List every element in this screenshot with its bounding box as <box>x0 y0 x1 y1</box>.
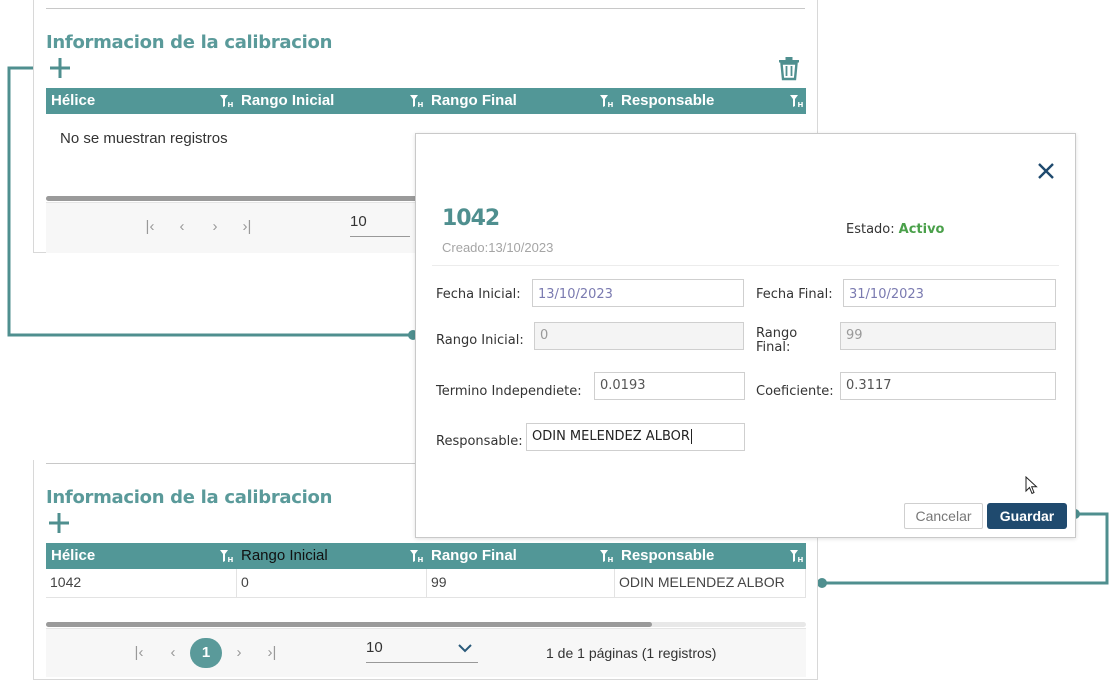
first-page-icon[interactable]: |‹ <box>139 216 161 238</box>
column-label: Rango Inicial <box>241 92 335 109</box>
filter-icon[interactable]: H <box>789 549 803 563</box>
column-header-rango-inicial[interactable]: Rango Inicial H <box>236 88 426 114</box>
next-page-icon[interactable]: › <box>228 642 250 664</box>
column-label: Responsable <box>621 92 715 109</box>
responsable-value: ODIN MELENDEZ ALBOR <box>532 429 690 444</box>
column-label: Rango Final <box>431 547 517 564</box>
first-page-icon[interactable]: |‹ <box>128 642 150 664</box>
modal-divider <box>432 265 1059 266</box>
filter-icon[interactable]: H <box>219 94 233 108</box>
chevron-down-icon[interactable] <box>458 643 472 653</box>
prev-page-icon[interactable]: ‹ <box>171 216 193 238</box>
column-label: Rango Inicial <box>241 547 328 564</box>
pager-info: 1 de 1 páginas (1 registros) <box>546 645 717 661</box>
svg-text:H: H <box>798 101 804 108</box>
column-label: Responsable <box>621 547 715 564</box>
record-title: 1042 <box>442 206 500 231</box>
page-1-button[interactable]: 1 <box>190 638 222 668</box>
created-date: Creado:13/10/2023 <box>442 240 554 255</box>
column-header-rango-final[interactable]: Rango Final H <box>426 88 616 114</box>
fecha-final-input[interactable]: 31/10/2023 <box>843 279 1056 307</box>
column-label: Rango Final <box>431 92 517 109</box>
column-header-rango-final[interactable]: Rango Final H <box>426 543 616 569</box>
cell-rango-inicial: 0 <box>236 569 426 597</box>
filter-icon[interactable]: H <box>599 549 613 563</box>
svg-text:H: H <box>798 556 804 563</box>
close-icon[interactable] <box>1035 160 1057 182</box>
termino-independiente-label: Termino Independiete: <box>436 384 582 399</box>
filter-icon[interactable]: H <box>409 549 423 563</box>
horizontal-scrollbar[interactable] <box>46 622 806 627</box>
page-size-select[interactable]: 10 <box>366 637 478 663</box>
prev-page-icon[interactable]: ‹ <box>162 642 184 664</box>
column-label: Hélice <box>51 547 96 564</box>
svg-text:H: H <box>228 101 234 108</box>
rango-final-label-line2: Final: <box>756 340 791 355</box>
rango-final-input[interactable]: 99 <box>840 322 1056 350</box>
fecha-inicial-input[interactable]: 13/10/2023 <box>532 279 744 307</box>
cell-responsable: ODIN MELENDEZ ALBOR <box>614 569 806 597</box>
last-page-icon[interactable]: ›| <box>236 216 258 238</box>
grid-header: Hélice H Rango Inicial H Rango Final H R… <box>46 88 806 114</box>
column-header-responsable[interactable]: Responsable H <box>616 88 806 114</box>
responsable-label: Responsable: <box>436 434 523 449</box>
svg-text:H: H <box>418 556 424 563</box>
edit-calibration-dialog: 1042 Creado:13/10/2023 Estado: Activo Fec… <box>415 133 1076 538</box>
column-header-responsable[interactable]: Responsable H <box>616 543 806 569</box>
text-caret <box>690 429 692 444</box>
pager: |‹ ‹ 1 › ›| 10 1 de 1 páginas (1 registr… <box>46 628 806 677</box>
responsable-input[interactable]: ODIN MELENDEZ ALBOR <box>526 423 745 451</box>
status-badge: Activo <box>898 222 945 237</box>
page-size-value: 10 <box>350 213 367 230</box>
last-page-icon[interactable]: ›| <box>261 642 283 664</box>
plus-icon[interactable] <box>47 55 73 81</box>
column-header-rango-inicial[interactable]: Rango Inicial H <box>236 543 426 569</box>
page-size-value: 10 <box>366 639 383 656</box>
svg-text:H: H <box>608 556 614 563</box>
rango-final-label-line1: Rango <box>756 326 798 341</box>
cursor-icon <box>1025 476 1038 495</box>
rango-final-label: Rango Final: <box>756 327 797 355</box>
save-button[interactable]: Guardar <box>987 503 1067 529</box>
cell-helice: 1042 <box>50 574 82 590</box>
svg-text:H: H <box>608 101 614 108</box>
section-title: Informacion de la calibracion <box>46 487 333 508</box>
rango-inicial-label: Rango Inicial: <box>436 333 524 348</box>
empty-grid-message: No se muestran registros <box>60 130 228 147</box>
column-label: Hélice <box>51 92 96 109</box>
filter-icon[interactable]: H <box>219 549 233 563</box>
page-size-select[interactable]: 10 <box>350 211 410 237</box>
section-title: Informacion de la calibracion <box>46 32 333 53</box>
svg-text:H: H <box>228 556 234 563</box>
plus-icon[interactable] <box>46 510 72 536</box>
scrollbar-thumb[interactable] <box>46 622 652 627</box>
section-divider <box>46 8 805 9</box>
cell-rango-final: 99 <box>426 569 614 597</box>
status-label: Estado: <box>846 222 895 237</box>
rango-inicial-input[interactable]: 0 <box>534 322 744 350</box>
column-header-helice[interactable]: Hélice H <box>46 543 236 569</box>
termino-independiente-input[interactable]: 0.0193 <box>594 372 745 400</box>
filter-icon[interactable]: H <box>789 94 803 108</box>
status: Estado: Activo <box>846 222 944 237</box>
fecha-final-label: Fecha Final: <box>756 287 833 302</box>
next-page-icon[interactable]: › <box>204 216 226 238</box>
grid-header: Hélice H Rango Inicial H Rango Final H R… <box>46 543 806 569</box>
table-row[interactable]: 1042 0 99 ODIN MELENDEZ ALBOR <box>46 569 806 598</box>
fecha-inicial-label: Fecha Inicial: <box>436 287 521 302</box>
grid-body: 1042 0 99 ODIN MELENDEZ ALBOR <box>46 569 806 598</box>
coeficiente-label: Coeficiente: <box>756 384 834 399</box>
column-header-helice[interactable]: Hélice H <box>46 88 236 114</box>
scrollbar-thumb[interactable] <box>46 196 446 201</box>
filter-icon[interactable]: H <box>599 94 613 108</box>
svg-text:H: H <box>418 101 424 108</box>
filter-icon[interactable]: H <box>409 94 423 108</box>
trash-icon[interactable] <box>776 55 802 81</box>
coeficiente-input[interactable]: 0.3117 <box>840 372 1056 400</box>
cancel-button[interactable]: Cancelar <box>904 503 983 529</box>
